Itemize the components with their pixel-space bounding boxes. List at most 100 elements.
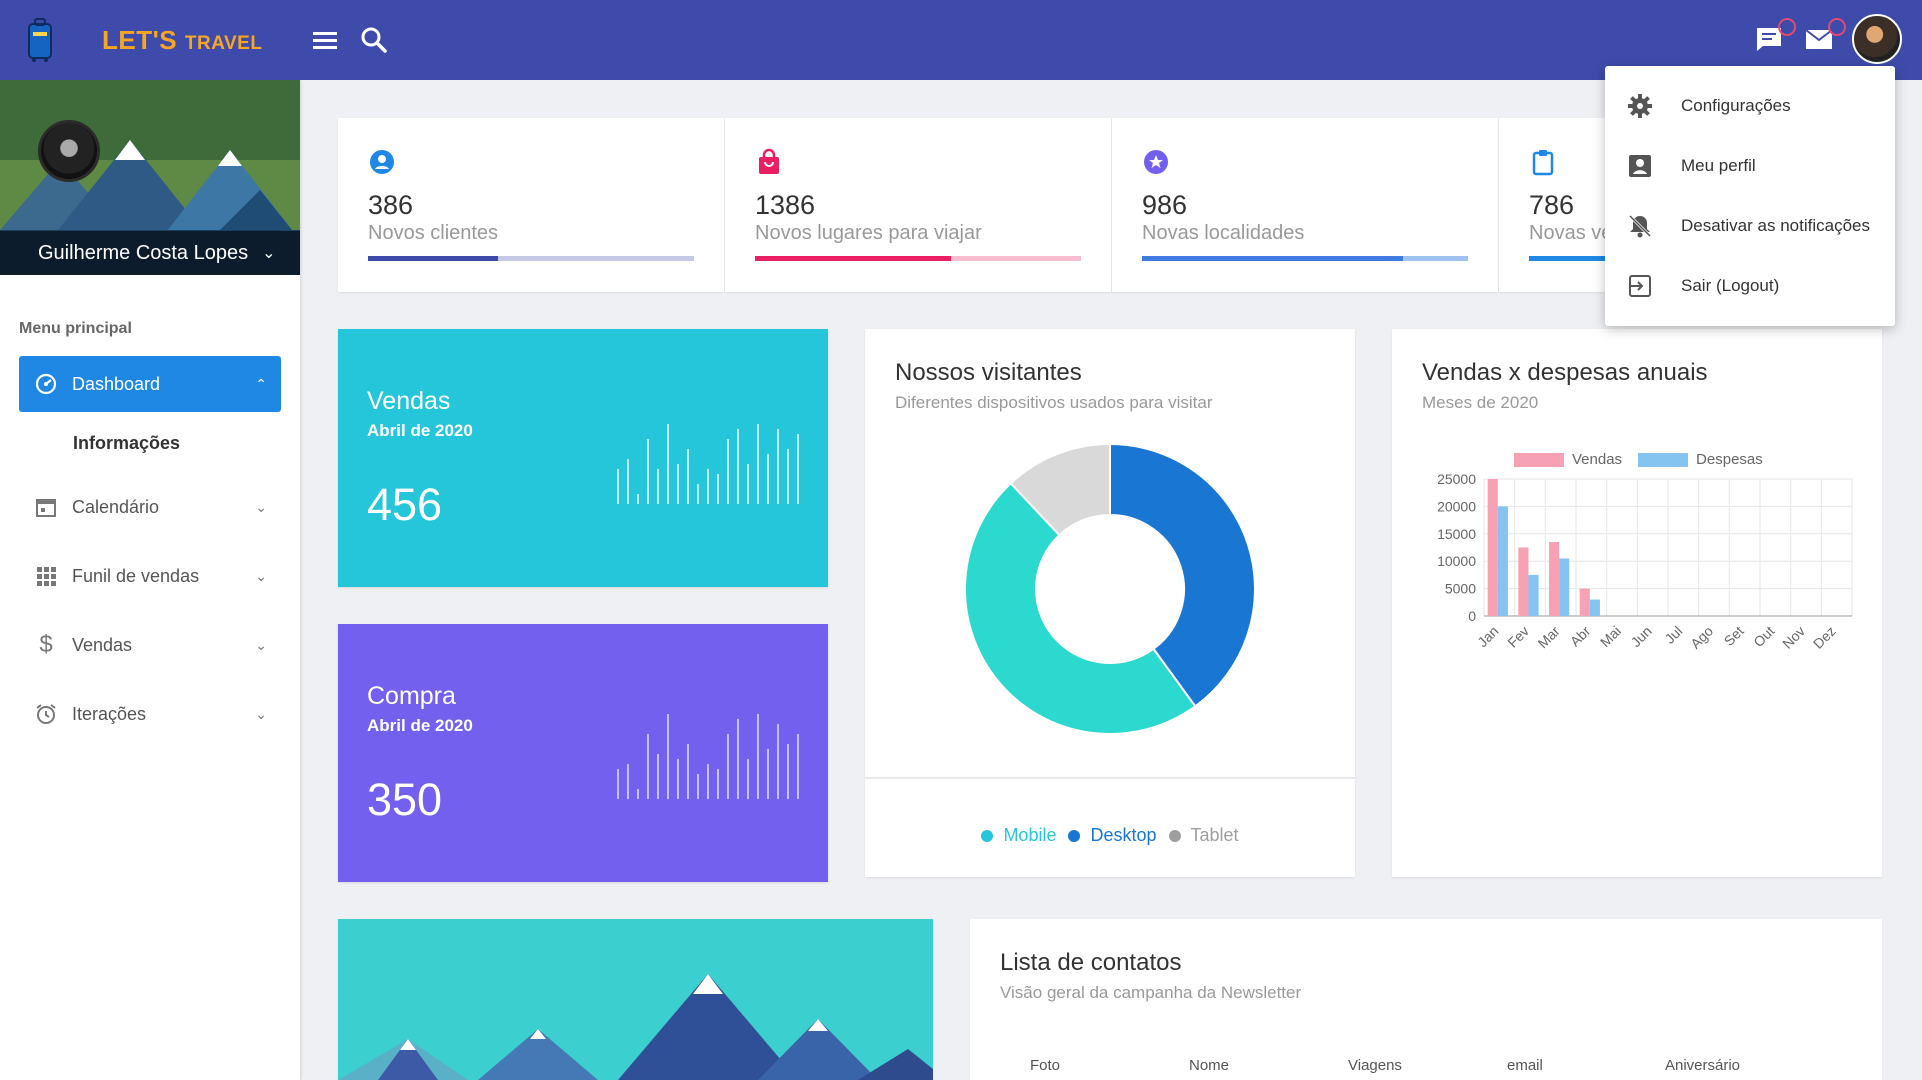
legend-label: Desktop bbox=[1090, 825, 1157, 845]
y-tick-label: 0 bbox=[1468, 608, 1476, 624]
chevron-down-icon: ⌄ bbox=[255, 705, 267, 722]
column-header-aniversario[interactable]: Aniversário bbox=[1665, 1057, 1740, 1074]
dashboard-icon bbox=[34, 372, 58, 396]
chevron-down-icon: ⌄ bbox=[262, 245, 276, 262]
sidebar-subitem-informacoes[interactable]: Informações bbox=[73, 433, 180, 454]
bar-despesas-jan bbox=[1497, 506, 1508, 616]
column-header-foto[interactable]: Foto bbox=[1030, 1057, 1060, 1074]
legend-swatch-vendas bbox=[1514, 452, 1564, 467]
stat-label: Novos lugares para viajar bbox=[755, 222, 982, 244]
sidebar-item-funil[interactable]: Funil de vendas ⌄ bbox=[19, 548, 281, 604]
visitors-donut-chart bbox=[964, 442, 1256, 735]
y-tick-label: 15000 bbox=[1437, 526, 1476, 542]
stat-label: Novas localidades bbox=[1142, 222, 1305, 244]
sidebar-item-label: Funil de vendas bbox=[72, 565, 200, 586]
brand[interactable]: LET'S TRAVEL bbox=[26, 18, 262, 62]
legend-dot bbox=[1168, 829, 1181, 842]
logout-icon bbox=[1627, 273, 1653, 299]
menu-item-label: Meu perfil bbox=[1681, 156, 1756, 175]
notification-dot bbox=[1828, 18, 1846, 36]
stat-value: 786 bbox=[1529, 190, 1575, 220]
column-header-nome[interactable]: Nome bbox=[1189, 1057, 1229, 1074]
mail-icon[interactable] bbox=[1802, 18, 1846, 56]
x-tick-label: Abr bbox=[1567, 623, 1594, 650]
x-tick-label: Fev bbox=[1504, 623, 1532, 651]
contacts-panel: Lista de contatos Visão geral da campanh… bbox=[970, 919, 1882, 1080]
divider bbox=[865, 777, 1355, 779]
column-header-email[interactable]: email bbox=[1507, 1057, 1543, 1074]
profile-banner: Guilherme Costa Lopes ⌄ bbox=[0, 80, 300, 275]
stat-progress-fill bbox=[1142, 256, 1403, 261]
sidebar-item-label: Iterações bbox=[72, 703, 147, 724]
gear-icon bbox=[1627, 93, 1653, 119]
brand-name: LET'S TRAVEL bbox=[102, 24, 263, 55]
x-tick-label: Dez bbox=[1810, 623, 1839, 652]
stat-progress-bar bbox=[1142, 256, 1468, 261]
profile-name-dropdown[interactable]: Guilherme Costa Lopes ⌄ bbox=[0, 231, 300, 275]
search-icon[interactable] bbox=[360, 26, 388, 54]
column-header-viagens[interactable]: Viagens bbox=[1348, 1057, 1402, 1074]
menu-icon[interactable] bbox=[312, 28, 338, 52]
annual-title: Vendas x despesas anuais bbox=[1422, 359, 1708, 386]
legend-label-despesas: Despesas bbox=[1696, 451, 1763, 468]
bar-vendas-mar bbox=[1549, 542, 1560, 616]
sales-card-title: Vendas bbox=[367, 387, 451, 415]
menu-item-desativar-notificacoes[interactable]: Desativar as notificações bbox=[1605, 198, 1895, 254]
alarm-icon bbox=[34, 702, 58, 726]
sidebar-item-vendas[interactable]: $ Vendas ⌄ bbox=[19, 617, 281, 673]
x-tick-label: Mar bbox=[1534, 623, 1563, 652]
sales-card: Vendas Abril de 2020 456 bbox=[338, 329, 828, 587]
sidebar-item-label: Vendas bbox=[72, 634, 133, 655]
bar-despesas-abr bbox=[1589, 599, 1600, 616]
menu-item-label: Desativar as notificações bbox=[1681, 216, 1870, 235]
legend-desktop[interactable]: Desktop bbox=[1068, 825, 1157, 846]
chat-icon[interactable] bbox=[1752, 18, 1796, 56]
sparkline-bars bbox=[617, 714, 799, 799]
annual-bar-chart: 25000 20000 15000 10000 5000 0Jan Fev Mar Abr Mai… bbox=[1437, 471, 1853, 652]
sidebar-item-dashboard[interactable]: Dashboard ⌃ bbox=[19, 356, 281, 412]
x-tick-label: Set bbox=[1721, 623, 1747, 649]
x-tick-label: Nov bbox=[1779, 623, 1808, 652]
bar-despesas-mar bbox=[1559, 558, 1570, 616]
notification-dot bbox=[1778, 18, 1796, 36]
visitors-legend: Mobile Desktop Tablet bbox=[865, 825, 1355, 846]
y-tick-label: 20000 bbox=[1437, 498, 1476, 514]
menu-item-meu-perfil[interactable]: Meu perfil bbox=[1605, 138, 1895, 194]
sidebar-item-label: Calendário bbox=[72, 496, 160, 517]
stat-label: Novas ve bbox=[1529, 222, 1613, 244]
bell-off-icon bbox=[1627, 213, 1653, 239]
menu-item-sair[interactable]: Sair (Logout) bbox=[1605, 258, 1895, 314]
menu-item-configuracoes[interactable]: Configurações bbox=[1605, 78, 1895, 134]
bar-vendas-jan bbox=[1487, 479, 1498, 616]
suitcase-logo-icon bbox=[28, 18, 52, 62]
legend-label: Mobile bbox=[1003, 825, 1057, 845]
x-tick-label: Jan bbox=[1474, 623, 1501, 650]
purchase-card: Compra Abril de 2020 350 bbox=[338, 624, 828, 882]
stat-card-clientes: 386 Novos clientes bbox=[338, 118, 724, 292]
menu-item-label: Configurações bbox=[1681, 96, 1791, 115]
stat-progress-bar bbox=[755, 256, 1081, 261]
x-tick-label: Jun bbox=[1628, 623, 1655, 650]
legend-mobile[interactable]: Mobile bbox=[981, 825, 1056, 846]
chevron-down-icon: ⌄ bbox=[255, 636, 267, 653]
visitors-subtitle: Diferentes dispositivos usados para visi… bbox=[895, 393, 1213, 412]
annual-subtitle: Meses de 2020 bbox=[1422, 393, 1539, 412]
annual-panel: Vendas x despesas anuais Meses de 2020 V… bbox=[1392, 329, 1882, 877]
legend-tablet[interactable]: Tablet bbox=[1168, 825, 1239, 846]
sidebar-item-iteracoes[interactable]: Iterações ⌄ bbox=[19, 686, 281, 742]
contacts-title: Lista de contatos bbox=[1000, 949, 1182, 976]
chevron-down-icon: ⌄ bbox=[255, 498, 267, 515]
sidebar: Guilherme Costa Lopes ⌄ Menu principal D… bbox=[0, 80, 300, 1080]
purchase-card-title: Compra bbox=[367, 682, 456, 710]
stat-progress-fill bbox=[368, 256, 499, 261]
user-avatar[interactable] bbox=[1852, 14, 1902, 64]
stat-card-lugares: 1386 Novos lugares para viajar bbox=[725, 118, 1111, 292]
legend-swatch-despesas bbox=[1638, 452, 1689, 467]
sidebar-item-calendario[interactable]: Calendário ⌄ bbox=[19, 479, 281, 535]
profile-avatar[interactable] bbox=[38, 120, 100, 182]
mountain-image-card bbox=[338, 919, 933, 1080]
legend-dot bbox=[981, 829, 994, 842]
bar-despesas-fev bbox=[1528, 574, 1539, 616]
legend-label: Tablet bbox=[1190, 825, 1239, 845]
stat-value: 986 bbox=[1142, 190, 1188, 220]
